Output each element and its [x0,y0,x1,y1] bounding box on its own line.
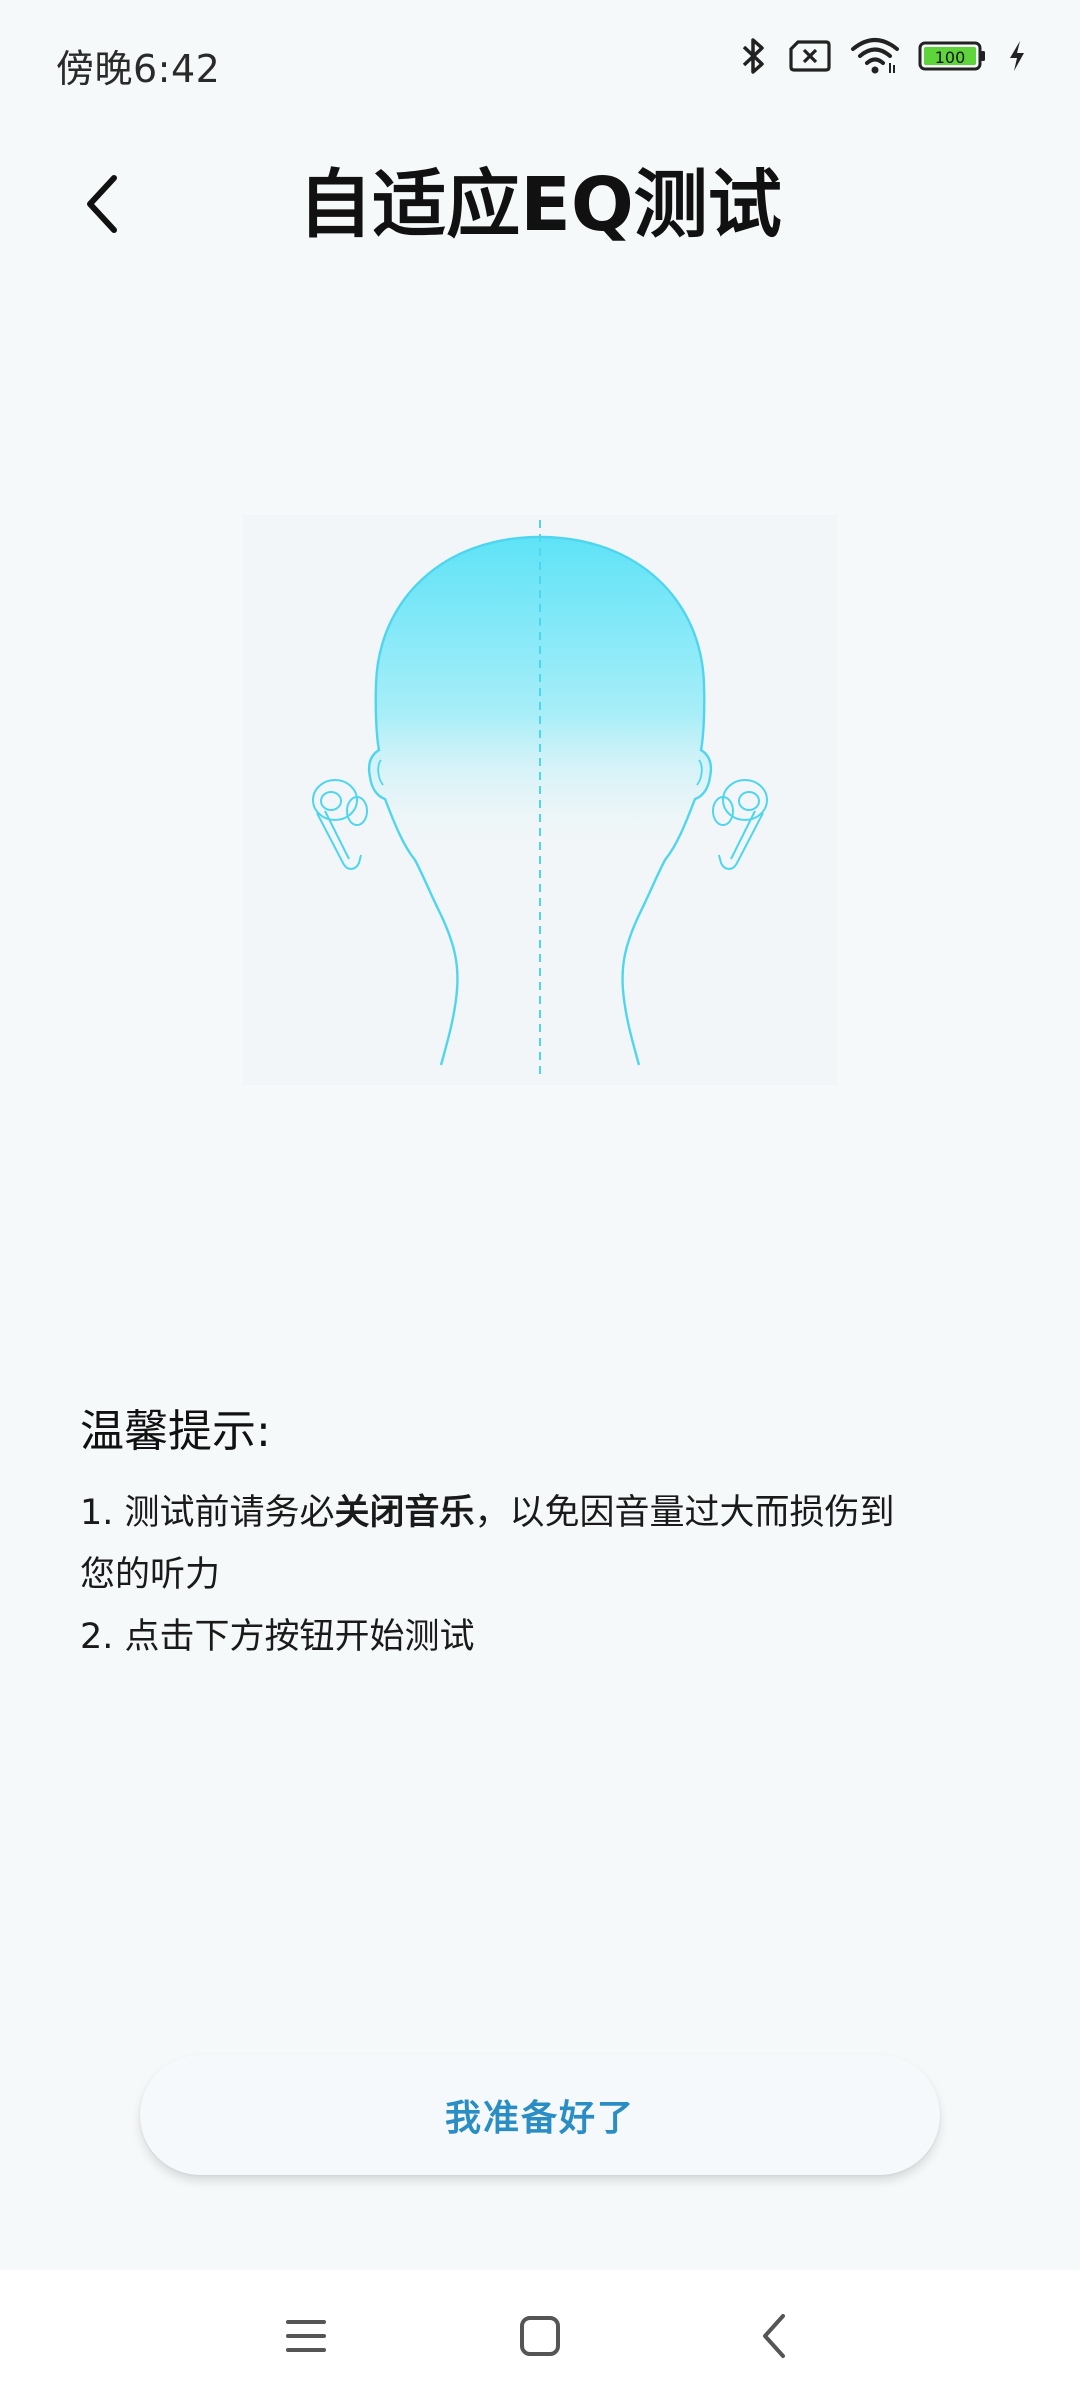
bluetooth-icon [738,36,770,76]
tip-1-continuation: 您的听力 [80,1555,221,1595]
head-with-earbuds-icon [312,520,768,1080]
app-header: 自适应EQ测试 [0,140,1080,270]
tip-1-prefix: 1. 测试前请务必 [80,1493,335,1533]
tip-2: 2. 点击下方按钮开始测试 [80,1617,475,1657]
navigation-bar [0,2270,1080,2400]
tips-section: 温馨提示: 1. 测试前请务必关闭音乐，以免因音量过大而损伤到 您的听力 2. … [80,1400,1020,1668]
status-time: 傍晚6:42 [56,47,221,91]
tips-title: 温馨提示: [80,1406,271,1457]
back-icon [759,2312,789,2364]
charging-icon [1006,39,1028,73]
tip-1-bold: 关闭音乐 [334,1493,475,1533]
head-illustration [243,515,837,1085]
tip-1: 1. 测试前请务必关闭音乐，以免因音量过大而损伤到 [80,1482,1020,1544]
sim-x-icon [788,39,832,73]
status-bar: 傍晚6:42 100 [0,0,1080,120]
home-icon [518,2314,562,2362]
status-icons: 100 [738,36,1028,76]
recents-button[interactable] [276,2308,336,2368]
battery-icon: 100 [918,39,988,73]
ready-button[interactable]: 我准备好了 [140,2055,940,2175]
page-title: 自适应EQ测试 [298,162,782,248]
tip-1-suffix: ，以免因音量过大而损伤到 [474,1493,895,1533]
wifi-icon [850,37,900,75]
menu-icon [284,2316,328,2360]
home-button[interactable] [510,2308,570,2368]
back-nav-button[interactable] [744,2308,804,2368]
battery-level: 100 [935,48,966,67]
